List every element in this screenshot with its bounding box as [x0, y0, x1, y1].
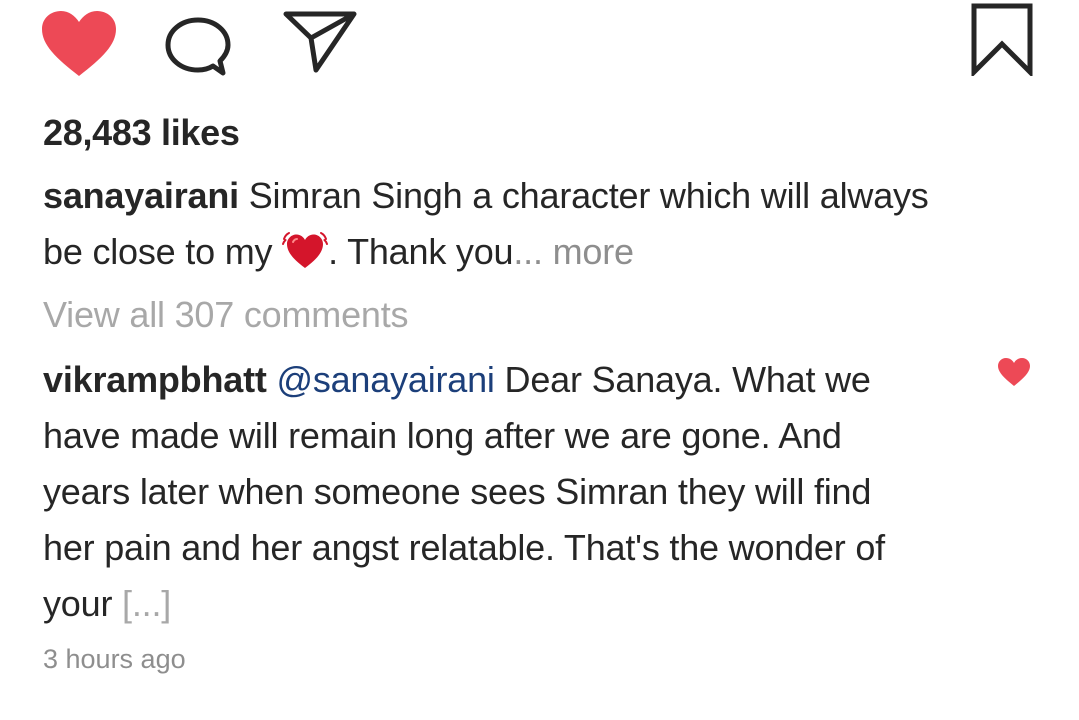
- comment-mention-link[interactable]: @sanayairani: [276, 359, 494, 400]
- caption-username[interactable]: sanayairani: [43, 175, 239, 216]
- likes-count[interactable]: 28,483 likes: [43, 112, 240, 154]
- caption-text-part2: . Thank you: [328, 231, 514, 272]
- comment-username[interactable]: vikrampbhatt: [43, 359, 267, 400]
- beating-heart-emoji-icon: [282, 230, 329, 270]
- comment-like-heart-icon[interactable]: [996, 356, 1032, 388]
- share-paper-plane-icon[interactable]: [280, 8, 360, 74]
- post-action-bar: [0, 0, 1079, 100]
- comment-bubble-icon[interactable]: [160, 14, 238, 78]
- caption-more-link[interactable]: more: [543, 231, 634, 272]
- post-caption: sanayairani Simran Singh a character whi…: [43, 168, 943, 280]
- comment-item: vikrampbhatt @sanayairani Dear Sanaya. W…: [43, 352, 923, 632]
- view-all-comments-link[interactable]: View all 307 comments: [43, 294, 409, 336]
- like-heart-icon[interactable]: [38, 8, 120, 80]
- comment-expand-link[interactable]: [...]: [122, 583, 171, 624]
- save-bookmark-icon[interactable]: [966, 2, 1038, 76]
- post-timestamp: 3 hours ago: [43, 644, 186, 674]
- caption-ellipsis: ...: [513, 231, 543, 272]
